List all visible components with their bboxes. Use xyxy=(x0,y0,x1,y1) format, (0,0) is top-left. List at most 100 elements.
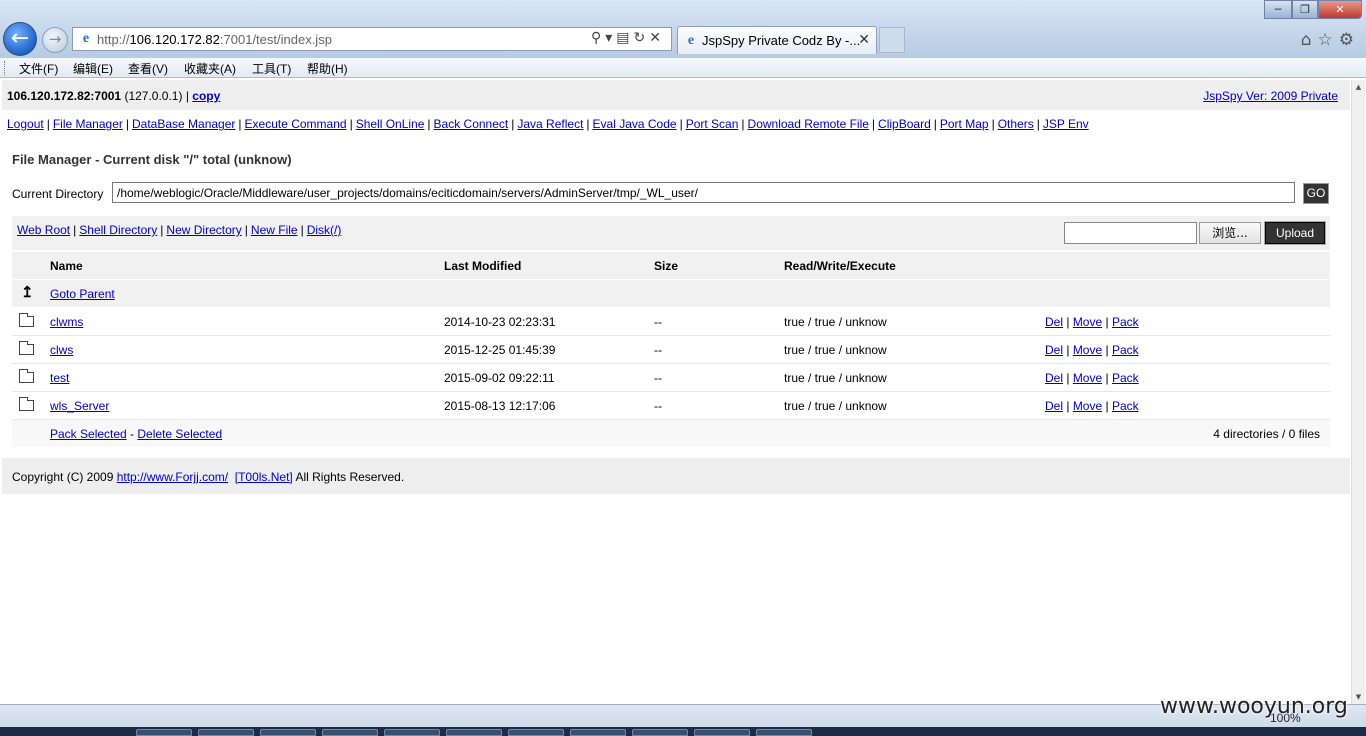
scroll-up-icon[interactable]: ▲ xyxy=(1352,80,1365,94)
address-url[interactable]: http://106.120.172.82:7001/test/index.js… xyxy=(97,32,332,47)
folder-icon xyxy=(19,341,34,355)
pack-link[interactable]: Pack xyxy=(1112,399,1139,413)
nav-execute-command[interactable]: Execute Command xyxy=(245,117,347,131)
move-link[interactable]: Move xyxy=(1073,399,1102,413)
browse-button[interactable]: 浏览... xyxy=(1199,222,1261,244)
move-link[interactable]: Move xyxy=(1073,371,1102,385)
taskbar-button[interactable] xyxy=(198,729,254,736)
go-button[interactable]: GO xyxy=(1303,183,1329,204)
del-link[interactable]: Del xyxy=(1045,315,1063,329)
row-name-link[interactable]: test xyxy=(50,371,69,385)
goto-parent-link[interactable]: Goto Parent xyxy=(50,287,115,301)
menu-tools[interactable]: 工具(T) xyxy=(252,60,291,77)
minimize-icon[interactable]: ─ xyxy=(1264,0,1292,19)
nav-java-reflect[interactable]: Java Reflect xyxy=(517,117,583,131)
row-rwx: true / true / unknow xyxy=(784,399,887,413)
table-footer: Pack Selected - Delete Selected 4 direct… xyxy=(12,420,1330,448)
nav-file-manager[interactable]: File Manager xyxy=(53,117,123,131)
disk-link[interactable]: Disk(/) xyxy=(307,223,342,237)
nav-database-manager[interactable]: DataBase Manager xyxy=(132,117,235,131)
row-rwx: true / true / unknow xyxy=(784,343,887,357)
browser-titlebar: ← → e http://106.120.172.82:7001/test/in… xyxy=(0,0,1366,58)
current-directory-input[interactable] xyxy=(112,182,1295,203)
nav-logout[interactable]: Logout xyxy=(7,117,44,131)
delete-selected-link[interactable]: Delete Selected xyxy=(137,427,222,441)
taskbar-button[interactable] xyxy=(508,729,564,736)
taskbar-button[interactable] xyxy=(446,729,502,736)
address-tools-icons[interactable]: ⚲▾▤↻✕ xyxy=(591,30,665,46)
new-file-link[interactable]: New File xyxy=(251,223,298,237)
nav-eval-java-code[interactable]: Eval Java Code xyxy=(593,117,677,131)
nav-others[interactable]: Others xyxy=(998,117,1034,131)
copy-link[interactable]: copy xyxy=(192,89,220,103)
taskbar-button[interactable] xyxy=(260,729,316,736)
settings-gear-icon[interactable]: ⚙ xyxy=(1339,30,1360,50)
menu-help[interactable]: 帮助(H) xyxy=(307,60,348,77)
upload-file-input[interactable] xyxy=(1064,222,1197,244)
nav-download-remote-file[interactable]: Download Remote File xyxy=(748,117,869,131)
move-link[interactable]: Move xyxy=(1073,343,1102,357)
nav-back-connect[interactable]: Back Connect xyxy=(434,117,509,131)
file-tool-links: Web Root | Shell Directory | New Directory | N… xyxy=(17,223,342,237)
menu-favorites[interactable]: 收藏夹(A) xyxy=(184,60,236,77)
col-name: Name xyxy=(50,259,83,273)
favorites-star-icon[interactable]: ☆ xyxy=(1318,30,1339,50)
scroll-down-icon[interactable]: ▼ xyxy=(1352,690,1365,704)
close-window-icon[interactable]: ✕ xyxy=(1318,0,1362,19)
col-rwx: Read/Write/Execute xyxy=(784,259,896,273)
pack-selected-link[interactable]: Pack Selected xyxy=(50,427,127,441)
del-link[interactable]: Del xyxy=(1045,371,1063,385)
new-directory-link[interactable]: New Directory xyxy=(166,223,241,237)
page-title: File Manager - Current disk "/" total (u… xyxy=(12,152,292,167)
taskbar-button[interactable] xyxy=(570,729,626,736)
address-bar[interactable]: e http://106.120.172.82:7001/test/index.… xyxy=(72,27,672,51)
vertical-scrollbar[interactable]: ▲ ▼ xyxy=(1351,80,1365,704)
tab-title: JspSpy Private Codz By -... xyxy=(702,33,861,48)
forjj-link[interactable]: http://www.Forjj.com/ xyxy=(117,470,228,484)
nav-port-scan[interactable]: Port Scan xyxy=(686,117,739,131)
main-nav: Logout | File Manager | DataBase Manager | Exe… xyxy=(7,117,1089,131)
copyright-bar: Copyright (C) 2009 http://www.Forjj.com/… xyxy=(2,458,1350,494)
taskbar-button[interactable] xyxy=(694,729,750,736)
tab-ie-icon: e xyxy=(687,33,695,48)
maximize-icon[interactable]: ❐ xyxy=(1292,0,1318,19)
web-root-link[interactable]: Web Root xyxy=(17,223,70,237)
row-name-link[interactable]: clwms xyxy=(50,315,83,329)
home-icon[interactable]: ⌂ xyxy=(1301,30,1318,50)
t00ls-link[interactable]: [T00ls.Net] xyxy=(235,470,293,484)
menubar-grip xyxy=(4,61,7,75)
pack-link[interactable]: Pack xyxy=(1112,315,1139,329)
new-tab-button[interactable] xyxy=(879,27,905,53)
taskbar-button[interactable] xyxy=(756,729,812,736)
pack-link[interactable]: Pack xyxy=(1112,371,1139,385)
forward-arrow-icon[interactable]: → xyxy=(42,27,68,53)
browser-menubar: 文件(F) 编辑(E) 查看(V) 收藏夹(A) 工具(T) 帮助(H) xyxy=(0,58,1366,78)
nav-jsp-env[interactable]: JSP Env xyxy=(1043,117,1089,131)
del-link[interactable]: Del xyxy=(1045,399,1063,413)
pack-link[interactable]: Pack xyxy=(1112,343,1139,357)
row-size: -- xyxy=(654,371,662,385)
taskbar-button[interactable] xyxy=(632,729,688,736)
version-link[interactable]: JspSpy Ver: 2009 Private xyxy=(1203,89,1338,103)
upload-button[interactable]: Upload xyxy=(1264,221,1326,245)
row-name-link[interactable]: clws xyxy=(50,343,73,357)
row-actions: Del | Move | Pack xyxy=(1045,371,1139,385)
taskbar-button[interactable] xyxy=(384,729,440,736)
folder-icon xyxy=(19,397,34,411)
menu-file[interactable]: 文件(F) xyxy=(19,60,58,77)
folder-icon xyxy=(19,313,34,327)
nav-clipboard[interactable]: ClipBoard xyxy=(878,117,931,131)
tab-close-icon[interactable]: ✕ xyxy=(858,32,870,48)
back-arrow-icon[interactable]: ← xyxy=(3,22,37,56)
nav-port-map[interactable]: Port Map xyxy=(940,117,989,131)
taskbar-button[interactable] xyxy=(322,729,378,736)
del-link[interactable]: Del xyxy=(1045,343,1063,357)
taskbar-button[interactable] xyxy=(136,729,192,736)
nav-shell-online[interactable]: Shell OnLine xyxy=(356,117,425,131)
menu-view[interactable]: 查看(V) xyxy=(128,60,168,77)
row-name-link[interactable]: wls_Server xyxy=(50,399,109,413)
browser-tab-active[interactable]: e JspSpy Private Codz By -... ✕ xyxy=(677,26,877,54)
menu-edit[interactable]: 编辑(E) xyxy=(73,60,113,77)
move-link[interactable]: Move xyxy=(1073,315,1102,329)
shell-directory-link[interactable]: Shell Directory xyxy=(79,223,157,237)
